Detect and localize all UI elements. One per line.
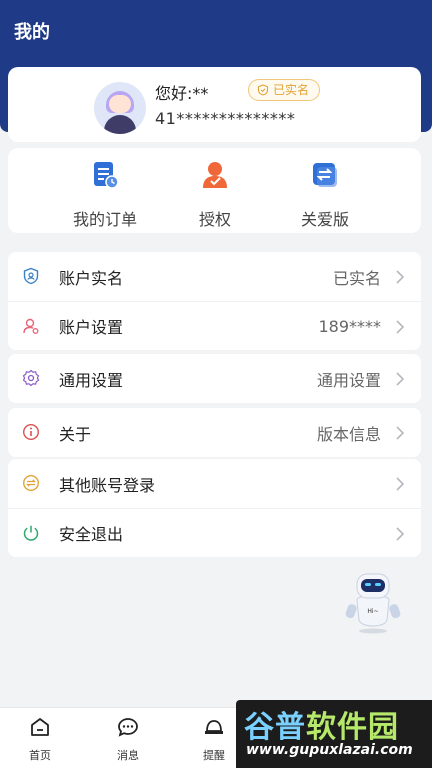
menu-item-label: 账户实名 (59, 268, 124, 288)
chevron-right-icon (396, 320, 405, 334)
watermark-overlay: 谷普软件园 www.gupuxlazai.com (236, 700, 432, 768)
watermark-logo: 谷普软件园 (244, 710, 399, 745)
account-id: 41************** (155, 109, 296, 128)
menu-item-value: 已实名 (332, 268, 381, 288)
menu-item-logout[interactable]: 安全退出 (8, 508, 421, 557)
menu-group-session: 其他账号登录 安全退出 (8, 459, 421, 557)
tab-messages[interactable]: 消息 (98, 716, 158, 763)
user-settings-icon (23, 318, 39, 334)
quick-actions-card: 我的订单 授权 关爱版 (8, 148, 421, 233)
bell-icon (205, 720, 223, 734)
tab-reminders[interactable]: 提醒 (184, 716, 244, 763)
chevron-right-icon (396, 372, 405, 386)
quick-action-label: 关爱版 (300, 210, 349, 229)
menu-item-about[interactable]: 关于 版本信息 (8, 408, 421, 457)
quick-action-label: 授权 (198, 210, 231, 229)
home-icon (31, 718, 49, 736)
switch-mode-icon (313, 163, 337, 187)
menu-group-general: 通用设置 通用设置 (8, 354, 421, 403)
menu-item-value: 通用设置 (316, 370, 381, 390)
page-title: 我的 (14, 22, 50, 43)
menu-item-real-name[interactable]: 账户实名 已实名 (8, 252, 421, 301)
chevron-right-icon (396, 426, 405, 440)
menu-item-value: 版本信息 (316, 424, 381, 444)
assistant-badge: Hi~ (367, 608, 378, 615)
my-orders-button[interactable]: 我的订单 (50, 160, 160, 230)
verified-badge: 已实名 (248, 79, 321, 101)
power-icon (23, 525, 39, 541)
order-list-icon (94, 162, 119, 189)
chevron-right-icon (396, 477, 405, 491)
info-icon (22, 423, 40, 441)
profile-card[interactable]: 您好:** 已实名 41************** (8, 67, 421, 142)
shield-id-icon (23, 267, 39, 285)
switch-account-icon (22, 474, 40, 492)
menu-item-label: 账户设置 (59, 318, 124, 337)
menu-item-account-settings[interactable]: 账户设置 189**** (8, 301, 421, 350)
message-icon (118, 718, 138, 737)
watermark-url: www.gupuxlazai.com (246, 742, 413, 758)
assistant-robot-icon[interactable]: Hi~ (345, 570, 401, 634)
menu-item-label: 其他账号登录 (59, 475, 156, 495)
menu-item-value: 189**** (318, 316, 381, 336)
tab-label: 提醒 (203, 749, 225, 762)
care-mode-button[interactable]: 关爱版 (270, 160, 380, 230)
tab-label: 消息 (117, 749, 139, 762)
greeting-text: 您好:** (155, 84, 209, 103)
tab-home[interactable]: 首页 (10, 716, 70, 763)
authorization-person-icon (203, 162, 227, 188)
menu-group-about: 关于 版本信息 (8, 408, 421, 457)
tab-label: 首页 (29, 749, 51, 762)
menu-item-label: 关于 (59, 424, 92, 444)
menu-item-label: 通用设置 (59, 370, 124, 390)
quick-action-label: 我的订单 (72, 210, 137, 229)
chevron-right-icon (396, 527, 405, 541)
chevron-right-icon (396, 270, 405, 284)
gear-icon (22, 369, 40, 387)
avatar[interactable] (94, 82, 146, 134)
menu-item-other-account-login[interactable]: 其他账号登录 (8, 459, 421, 508)
authorization-button[interactable]: 授权 (160, 160, 270, 230)
verified-label: 已实名 (273, 83, 310, 97)
menu-item-label: 安全退出 (59, 525, 124, 544)
shield-check-icon (257, 84, 269, 96)
menu-item-general-settings[interactable]: 通用设置 通用设置 (8, 354, 421, 403)
menu-group-account: 账户实名 已实名 账户设置 189**** (8, 252, 421, 350)
